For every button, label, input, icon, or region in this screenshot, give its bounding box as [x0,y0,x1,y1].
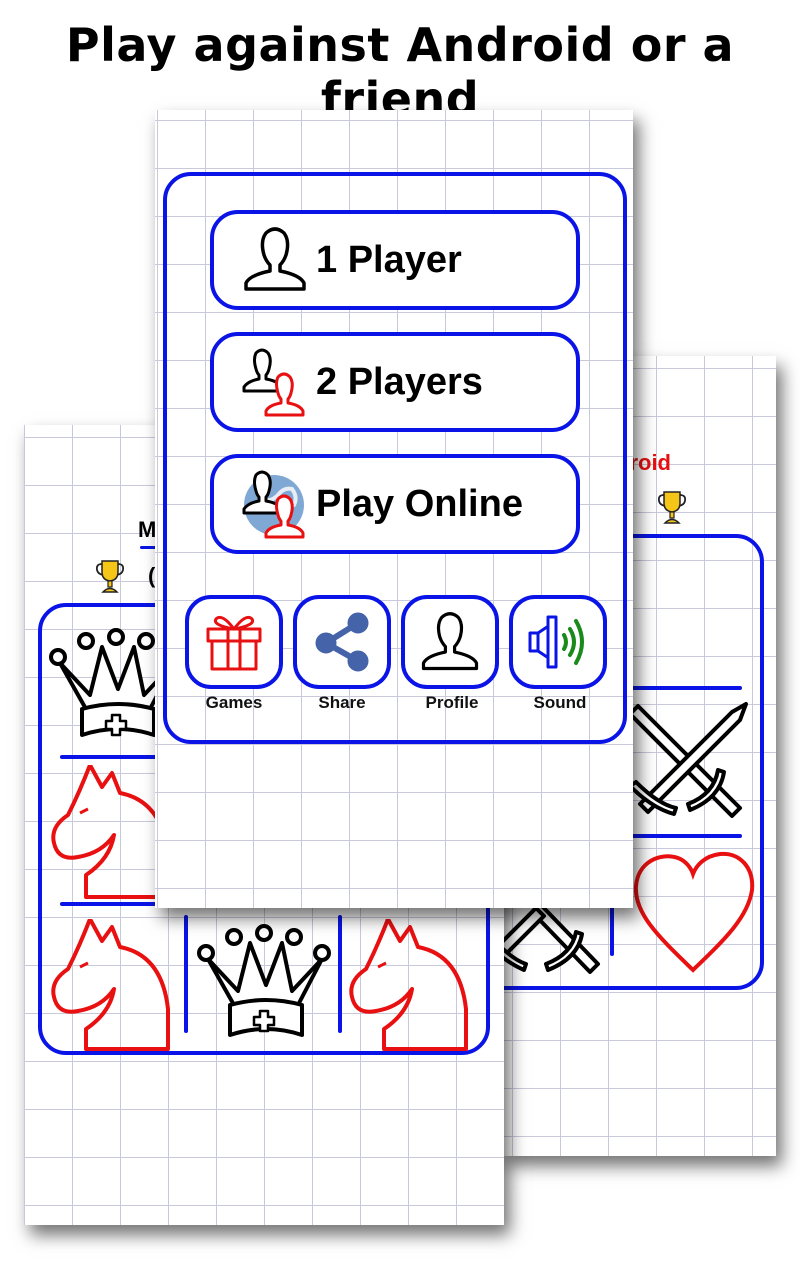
crossed-swords-icon [628,702,748,818]
crossed-swords-icon [500,904,600,974]
games-button[interactable] [185,595,283,689]
games-label: Games [205,693,263,712]
play-online-button[interactable]: Play Online [210,454,580,554]
one-player-label: 1 Player [316,238,462,281]
board-divider [338,915,342,1033]
profile-button[interactable] [401,595,499,689]
share-icon [315,612,369,672]
sound-label: Sound [533,693,587,712]
knight-icon [349,919,468,1051]
heart-icon [633,851,755,973]
sound-button[interactable] [509,595,607,689]
queen-icon [197,924,331,1037]
two-players-button[interactable]: 2 Players [210,332,580,432]
player-name: M [138,517,157,542]
one-player-button[interactable]: 1 Player [210,210,580,310]
share-label: Share [318,693,366,712]
trophy-icon [657,491,687,524]
board-divider [184,915,188,1033]
name-underline [140,546,156,549]
board-divider [630,834,742,838]
speaker-icon [528,615,584,669]
profile-icon [421,612,479,671]
gift-icon [206,615,262,671]
two-players-label: 2 Players [316,360,483,403]
two-users-icon [242,348,305,417]
play-online-label: Play Online [316,482,523,525]
knight-icon [51,919,170,1051]
share-button[interactable] [293,595,391,689]
board-divider [630,686,742,690]
single-user-icon [244,227,306,291]
main-menu-screen: 1 Player 2 Players Play Online Games Sha… [155,110,633,908]
globe-users-icon [242,470,305,539]
profile-label: Profile [425,693,479,712]
trophy-icon [95,560,125,593]
